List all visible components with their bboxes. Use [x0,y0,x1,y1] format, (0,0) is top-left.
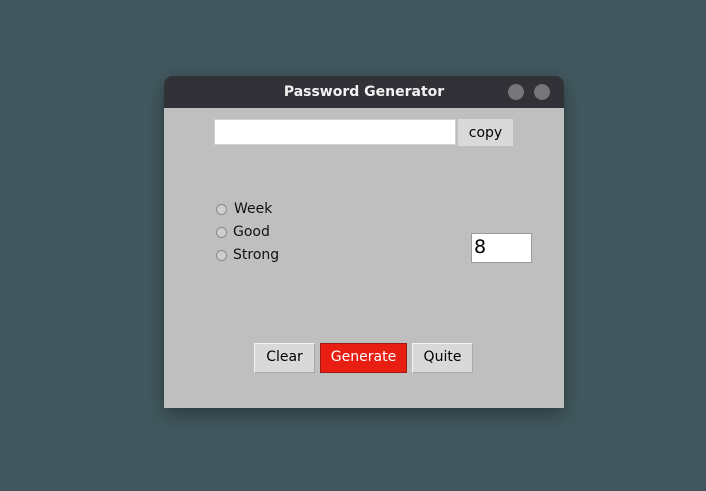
radio-indicator[interactable] [216,204,227,215]
copy-button[interactable]: copy [458,119,513,146]
radio-indicator[interactable] [216,227,227,238]
window-title: Password Generator [283,84,445,100]
password-output-field[interactable] [214,119,456,145]
password-length-field[interactable]: 8 [471,233,532,263]
password-generator-window: Password Generator copy Week Good Strong… [164,76,564,408]
strength-option-label: Good [233,224,270,240]
strength-option-label: Week [234,201,273,217]
radio-indicator[interactable] [216,250,227,261]
generate-button[interactable]: Generate [320,343,407,373]
quite-button[interactable]: Quite [412,343,473,373]
close-icon[interactable] [534,84,550,100]
clear-button[interactable]: Clear [254,343,315,373]
title-bar[interactable]: Password Generator [164,76,564,108]
minimize-icon[interactable] [508,84,524,100]
strength-option-label: Strong [233,247,280,263]
window-content: copy Week Good Strong 8 Clear Generate Q… [164,108,564,408]
